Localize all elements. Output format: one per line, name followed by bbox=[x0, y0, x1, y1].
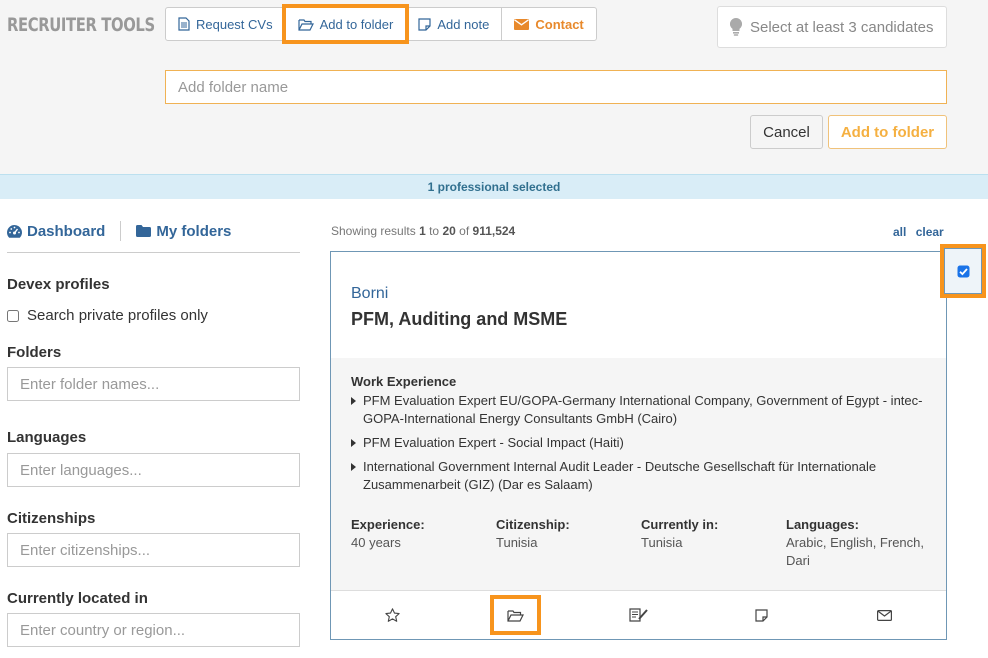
dashboard-link[interactable]: Dashboard bbox=[7, 223, 105, 240]
location-fact: Currently in: Tunisia bbox=[641, 516, 786, 570]
add-to-folder-button[interactable]: Add to folder bbox=[281, 4, 410, 44]
languages-heading: Languages bbox=[7, 429, 87, 446]
recruiter-toolbar: Request CVs Add to folder Add note Conta… bbox=[165, 4, 597, 44]
folders-heading: Folders bbox=[7, 344, 62, 361]
contact-label: Contact bbox=[535, 16, 584, 32]
selection-hint-text: Select at least 3 candidates bbox=[750, 18, 934, 36]
add-note-label: Add note bbox=[437, 16, 490, 32]
envelope-icon bbox=[877, 609, 892, 621]
experience-fact: Experience: 40 years bbox=[351, 516, 496, 570]
results-prefix: Showing results bbox=[331, 224, 416, 238]
document-icon bbox=[178, 17, 190, 31]
languages-value: Arabic, English, French, Dari bbox=[786, 535, 925, 568]
private-profiles-toggle[interactable]: Search private profiles only bbox=[7, 307, 208, 324]
candidate-select-highlight bbox=[940, 244, 986, 298]
folder-open-icon bbox=[507, 609, 524, 622]
contact-button[interactable]: Contact bbox=[501, 7, 597, 41]
work-experience-item: International Government Internal Audit … bbox=[351, 458, 931, 494]
citizenships-filter-input[interactable] bbox=[7, 533, 300, 567]
candidate-facts: Experience: 40 years Citizenship: Tunisi… bbox=[351, 516, 931, 570]
add-note-button[interactable]: Add note bbox=[405, 7, 503, 41]
dashboard-gauge-icon bbox=[7, 224, 22, 238]
checkbox-checked-icon bbox=[957, 265, 969, 277]
selection-hint: Select at least 3 candidates bbox=[717, 6, 947, 48]
envelope-icon bbox=[514, 18, 530, 30]
devex-profiles-heading: Devex profiles bbox=[7, 276, 110, 293]
results-count: Showing results 1 to 20 of 911,524 bbox=[331, 224, 515, 238]
languages-label: Languages: bbox=[786, 517, 859, 532]
candidate-details: Work Experience PFM Evaluation Expert EU… bbox=[331, 358, 946, 590]
star-icon bbox=[385, 608, 400, 622]
work-experience-list: PFM Evaluation Expert EU/GOPA-Germany In… bbox=[351, 392, 931, 500]
add-to-folder-label: Add to folder bbox=[319, 16, 394, 32]
citizenship-label: Citizenship: bbox=[496, 517, 570, 532]
my-folders-link[interactable]: My folders bbox=[136, 223, 231, 240]
languages-filter-input[interactable] bbox=[7, 453, 300, 487]
results-of-word: of bbox=[459, 224, 470, 238]
candidate-select-checkbox[interactable] bbox=[944, 248, 982, 294]
favorite-action[interactable] bbox=[331, 591, 454, 639]
citizenships-heading: Citizenships bbox=[7, 510, 96, 527]
candidate-headline: PFM, Auditing and MSME bbox=[351, 309, 568, 329]
cancel-button[interactable]: Cancel bbox=[750, 115, 823, 149]
select-controls: all clear bbox=[893, 225, 944, 239]
candidate-name-link[interactable]: Borni bbox=[351, 285, 388, 303]
private-profiles-checkbox[interactable] bbox=[7, 309, 19, 322]
languages-fact: Languages: Arabic, English, French, Dari bbox=[786, 516, 931, 570]
dashboard-label: Dashboard bbox=[27, 222, 106, 240]
request-cv-action[interactable] bbox=[577, 591, 700, 639]
experience-value: 40 years bbox=[351, 535, 401, 550]
request-cvs-label: Request CVs bbox=[196, 16, 273, 32]
note-icon bbox=[418, 17, 431, 31]
sidebar-nav: Dashboard My folders bbox=[7, 218, 300, 253]
results-total: 911,524 bbox=[472, 224, 516, 238]
location-label: Currently in: bbox=[641, 517, 719, 532]
folder-open-icon bbox=[297, 18, 314, 31]
note-icon bbox=[755, 608, 768, 622]
add-to-folder-submit-button[interactable]: Add to folder bbox=[828, 115, 947, 149]
location-heading: Currently located in bbox=[7, 590, 148, 607]
results-from: 1 bbox=[419, 224, 426, 238]
selection-status-bar: 1 professional selected bbox=[0, 174, 988, 199]
nav-divider bbox=[120, 221, 122, 241]
folders-filter-input[interactable] bbox=[7, 367, 300, 401]
work-experience-item: PFM Evaluation Expert EU/GOPA-Germany In… bbox=[351, 392, 931, 428]
location-filter-input[interactable] bbox=[7, 613, 300, 647]
folder-icon bbox=[136, 225, 152, 237]
experience-label: Experience: bbox=[351, 517, 425, 532]
lightbulb-icon bbox=[730, 18, 742, 36]
candidate-actions bbox=[331, 590, 946, 639]
results-to-word: to bbox=[429, 224, 440, 238]
my-folders-label: My folders bbox=[156, 222, 232, 240]
contact-action[interactable] bbox=[823, 591, 946, 639]
add-to-folder-action[interactable] bbox=[454, 591, 577, 639]
candidate-card: Borni PFM, Auditing and MSME Work Experi… bbox=[330, 251, 947, 640]
select-all-link[interactable]: all bbox=[893, 225, 906, 239]
results-to: 20 bbox=[442, 224, 456, 238]
citizenship-value: Tunisia bbox=[496, 535, 538, 550]
citizenship-fact: Citizenship: Tunisia bbox=[496, 516, 641, 570]
clear-selection-link[interactable]: clear bbox=[916, 225, 944, 239]
add-to-folder-action-highlight bbox=[490, 595, 541, 635]
folder-name-input[interactable] bbox=[165, 70, 947, 104]
work-experience-heading: Work Experience bbox=[351, 374, 457, 389]
add-note-action[interactable] bbox=[700, 591, 823, 639]
request-cvs-button[interactable]: Request CVs bbox=[165, 7, 286, 41]
work-experience-item: PFM Evaluation Expert - Social Impact (H… bbox=[351, 434, 931, 452]
edit-document-icon bbox=[628, 608, 648, 622]
private-profiles-label: Search private profiles only bbox=[27, 307, 208, 324]
filter-sidebar: Dashboard My folders Devex profiles Sear… bbox=[7, 218, 300, 648]
location-value: Tunisia bbox=[641, 535, 683, 550]
app-logo: RECRUITER TOOLS bbox=[7, 14, 155, 36]
